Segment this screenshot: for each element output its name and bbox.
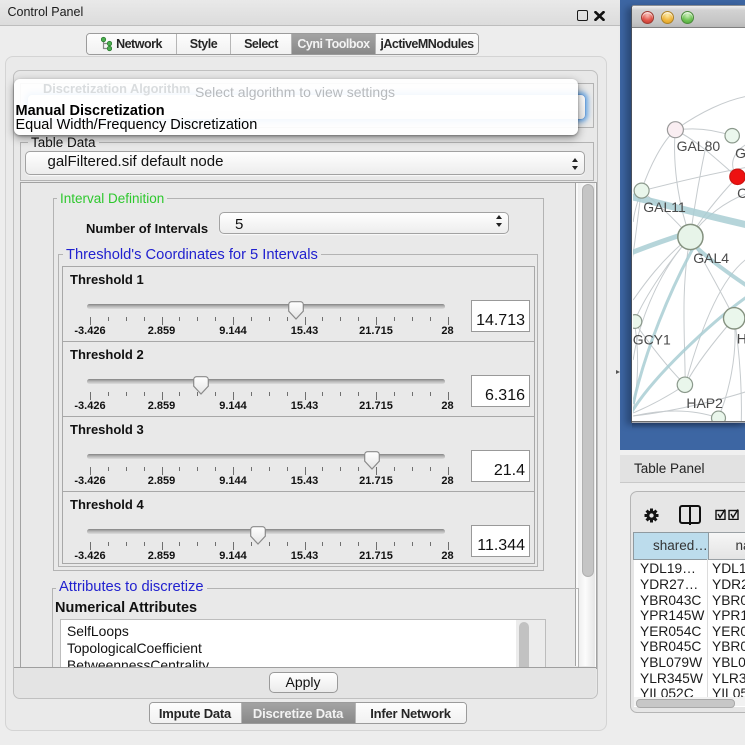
svg-text:HAP2: HAP2 [686,395,723,411]
svg-text:C: C [737,185,745,201]
svg-text:GAL80: GAL80 [676,138,720,154]
svg-text:HIS4: HIS4 [737,330,745,346]
svg-text:GCY1: GCY1 [633,331,671,347]
svg-text:GAL4: GAL4 [693,250,729,266]
svg-text:GAL11: GAL11 [643,199,686,215]
svg-text:GAL3: GAL3 [735,145,745,161]
